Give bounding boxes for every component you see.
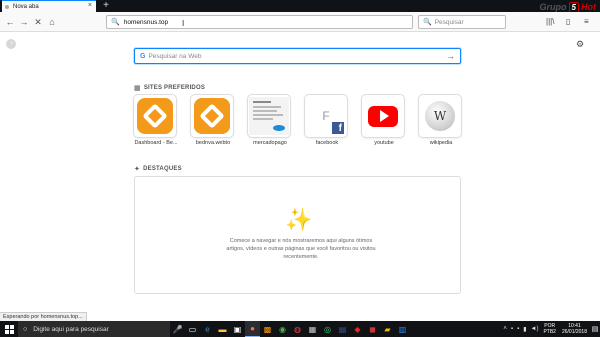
top-site-tile: F f [305, 95, 347, 137]
loading-indicator-icon: ◔ [6, 39, 16, 49]
app-icon[interactable]: ◆ [350, 321, 365, 337]
highlights-heading-label: DESTAQUES [143, 166, 182, 172]
windows-logo-icon [4, 324, 14, 334]
app-tray-icon[interactable]: ▪ [511, 326, 513, 332]
facebook-icon: f [332, 122, 344, 134]
highlights-heading: ✦ DESTAQUES [134, 165, 182, 173]
store-icon[interactable]: ▣ [230, 321, 245, 337]
mercadopago-logo-icon [273, 125, 285, 131]
sidebar-icon[interactable]: ▯ [566, 17, 570, 26]
media-player-icon[interactable]: ◍ [290, 321, 305, 337]
top-site-tile [191, 95, 233, 137]
top-site-youtube[interactable]: youtube [362, 95, 406, 146]
firefox-icon[interactable]: ● [245, 321, 260, 337]
menu-icon[interactable]: ≡ [584, 17, 589, 26]
web-search-input[interactable]: G Pesquisar na Web → [134, 48, 461, 64]
tab-favicon-icon [5, 4, 9, 9]
taskbar-clock[interactable]: 10:41 26/01/2018 [562, 323, 587, 335]
folder-icon[interactable]: ▰ [380, 321, 395, 337]
search-bar-placeholder: Pesquisar [434, 18, 464, 26]
top-site-label: Dashboard - Be... [134, 140, 178, 146]
app-tray-icon[interactable]: ▪ [517, 326, 519, 332]
top-site-dashboard[interactable]: Dashboard - Be... [134, 95, 178, 146]
top-site-bednva[interactable]: bednva.webto [191, 95, 235, 146]
home-icon[interactable]: ⌂ [46, 16, 58, 28]
notification-center-icon[interactable]: ▤ [590, 321, 600, 337]
tab-close-icon[interactable]: × [88, 2, 92, 9]
task-view-icon[interactable]: ▭ [185, 321, 200, 337]
top-site-tile: W [419, 95, 461, 137]
top-site-wikipedia[interactable]: W wikipedia [419, 95, 463, 146]
status-bar: Esperando por homensnus.top... [0, 312, 87, 321]
gear-icon[interactable]: ⚙ [576, 39, 584, 50]
sparkle-icon: ✨ [285, 207, 313, 232]
wikipedia-globe-icon: W [425, 101, 455, 131]
calculator-icon[interactable]: ▦ [305, 321, 320, 337]
file-explorer-icon[interactable]: ▬ [215, 321, 230, 337]
text-cursor-icon: I [182, 19, 185, 28]
back-arrow-icon[interactable]: ← [4, 16, 16, 28]
volume-icon[interactable]: ◄) [531, 326, 539, 332]
chevron-up-icon[interactable]: ˄ [503, 326, 507, 332]
search-icon: 🔍 [111, 19, 120, 26]
taskbar-search-text: Digite aqui para pesquisar [33, 325, 109, 333]
app-icon[interactable]: ▥ [395, 321, 410, 337]
highlights-panel: ✨ Comece a navegar e nós mostraremos aqu… [134, 176, 461, 294]
grid-icon: ▦ [134, 85, 141, 92]
page-screenshot-thumbnail [249, 97, 289, 135]
tab-title: Nova aba [13, 3, 39, 10]
top-site-label: youtube [374, 140, 394, 146]
web-search-placeholder: Pesquisar na Web [148, 52, 202, 60]
site-letter: F [322, 109, 330, 123]
stop-icon[interactable]: ✕ [32, 16, 44, 28]
search-submit-arrow-icon[interactable]: → [446, 51, 455, 61]
navigation-toolbar: ← → ✕ ⌂ 🔍 homensnus.top 🔍 Pesquisar |||\… [0, 12, 600, 32]
top-site-mercadopago[interactable]: mercadopago [248, 95, 292, 146]
top-site-tile [134, 95, 176, 137]
new-tab-button[interactable]: + [101, 0, 111, 12]
edge-icon[interactable]: e [200, 321, 215, 337]
library-icon[interactable]: |||\ [546, 17, 554, 26]
top-site-facebook[interactable]: F f facebook [305, 95, 349, 146]
address-bar[interactable]: 🔍 homensnus.top [106, 15, 413, 29]
top-sites-heading: ▦ SITES PREFERIDOS [134, 84, 205, 92]
clock-date: 26/01/2018 [561, 329, 587, 335]
language-indicator[interactable]: POR PTB2 [543, 323, 556, 335]
top-sites-heading-label: SITES PREFERIDOS [143, 85, 206, 91]
sparkle-icon: ✦ [134, 166, 141, 173]
search-icon: 🔍 [423, 19, 432, 26]
taskbar-search-box[interactable]: ○ Digite aqui para pesquisar [18, 321, 170, 337]
top-site-tile [362, 95, 404, 137]
youtube-icon [368, 105, 398, 127]
hex-logo-icon [194, 98, 230, 134]
app-icon[interactable]: ▩ [260, 321, 275, 337]
circle-search-icon: ○ [23, 325, 28, 333]
top-site-tile [248, 95, 290, 137]
watermark-text-red: Hot [581, 2, 596, 12]
app-icon[interactable]: ◼ [365, 321, 380, 337]
windows-taskbar: ○ Digite aqui para pesquisar 🎤 ▭ e ▬ ▣ ●… [0, 321, 600, 337]
address-bar-value: homensnus.top [123, 18, 169, 26]
tab-nova-aba[interactable]: Nova aba × [2, 0, 96, 12]
top-site-label: bednva.webto [195, 140, 231, 146]
google-icon: G [140, 52, 146, 60]
mic-icon[interactable]: 🎤 [170, 321, 185, 337]
keyboard-layout: PTB2 [543, 329, 556, 335]
highlights-empty-message: Comece a navegar e nós mostraremos aqui … [226, 238, 376, 260]
top-site-label: facebook [315, 140, 339, 146]
watermark-text: Grupo [539, 2, 567, 12]
watermark-number: 5 [568, 1, 579, 13]
top-site-label: mercadopago [253, 140, 287, 146]
start-button[interactable] [0, 321, 18, 337]
search-bar[interactable]: 🔍 Pesquisar [418, 15, 506, 29]
forward-arrow-icon[interactable]: → [18, 16, 30, 28]
chrome-icon[interactable]: ◉ [275, 321, 290, 337]
top-site-label: wikipedia [429, 140, 453, 146]
network-icon[interactable]: ▮ [523, 326, 526, 333]
system-tray: ˄ ▪ ▪ ▮ ◄) POR PTB2 10:41 26/01/2018 ▤ [501, 321, 600, 337]
whatsapp-icon[interactable]: ◎ [320, 321, 335, 337]
hex-logo-icon [137, 98, 173, 134]
app-icon[interactable]: ▤ [335, 321, 350, 337]
